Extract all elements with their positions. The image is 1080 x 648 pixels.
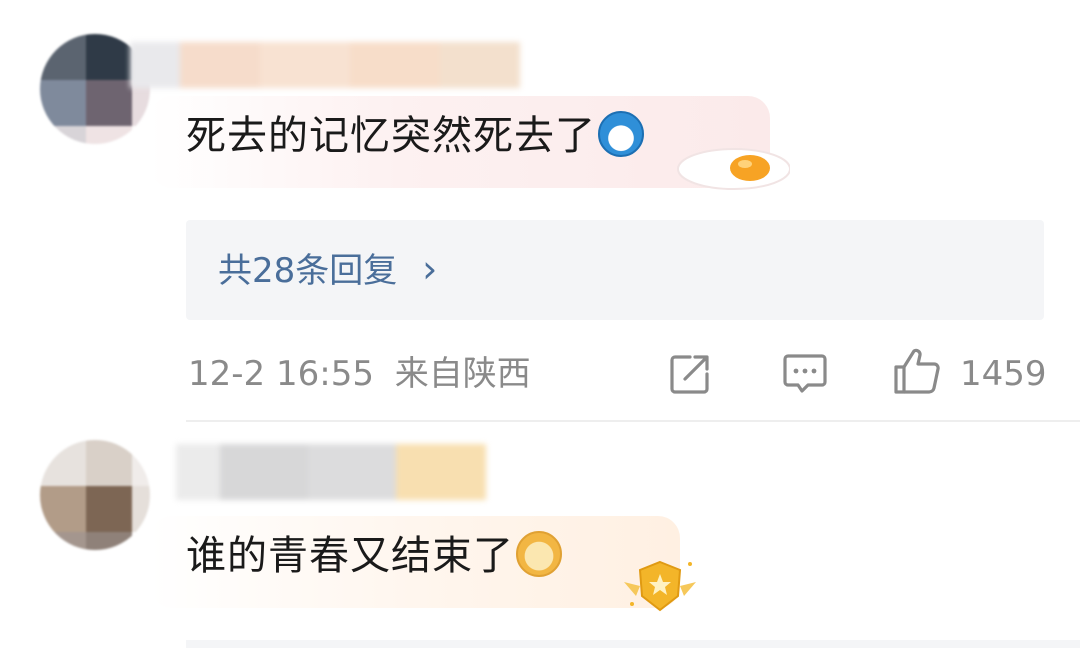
gold-shield-badge-icon: [618, 556, 702, 618]
avatar[interactable]: [40, 440, 150, 550]
comment-text: 谁的青春又结束了: [186, 531, 562, 581]
view-replies-link[interactable]: 共28条回复 ›: [218, 247, 437, 293]
comment-icon[interactable]: [782, 352, 828, 396]
comment-timestamp: 12-2 16:55: [188, 354, 374, 394]
chevron-right-icon: ›: [422, 247, 438, 291]
comment-divider: [186, 640, 1080, 648]
comment-text-content: 谁的青春又结束了: [186, 533, 514, 579]
share-icon[interactable]: [668, 352, 712, 396]
doraemon-emoji-icon: [598, 111, 644, 157]
replies-box[interactable]: 共28条回复 ›: [186, 220, 1044, 320]
username-censored[interactable]: [176, 444, 486, 500]
comment-meta: 12-2 16:55 来自陕西: [188, 354, 531, 394]
crying-dog-emoji-icon: [516, 531, 562, 577]
comment-divider: [186, 420, 1080, 422]
comment-text: 死去的记忆突然死去了: [186, 111, 644, 161]
username-censored[interactable]: [130, 42, 520, 88]
comment-location: 来自陕西: [394, 354, 531, 394]
replies-count-label: 共28条回复: [218, 251, 398, 291]
thumbs-up-icon[interactable]: [892, 346, 942, 396]
fried-egg-badge-icon: [668, 142, 791, 192]
comment-text-content: 死去的记忆突然死去了: [186, 113, 596, 159]
like-count[interactable]: 1459: [960, 354, 1047, 394]
